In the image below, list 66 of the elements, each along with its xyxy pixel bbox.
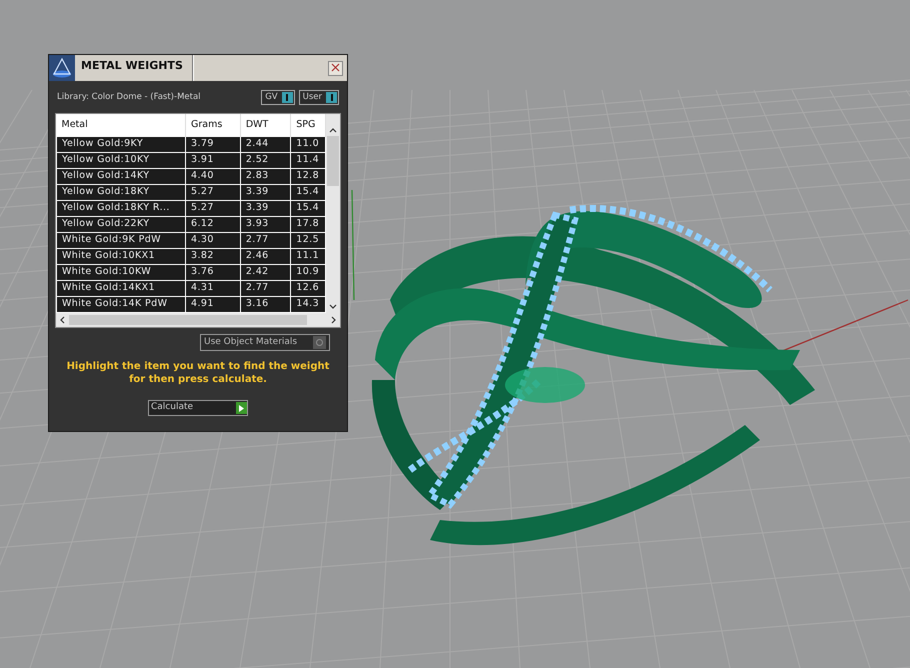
table-cell[interactable]: 15.4: [290, 184, 326, 200]
scroll-up-icon[interactable]: [329, 128, 338, 134]
table-cell[interactable]: 12.6: [290, 280, 326, 296]
table-cell[interactable]: Yellow Gold:22KY: [56, 216, 186, 232]
table-cell[interactable]: 3.91: [186, 152, 240, 168]
scrollbar-thumb[interactable]: [69, 314, 307, 324]
table-cell[interactable]: 12.5: [290, 232, 326, 248]
table-cell[interactable]: 12.8: [290, 168, 326, 184]
table-cell[interactable]: 17.8: [290, 216, 326, 232]
table-cell[interactable]: 4.91: [186, 296, 240, 312]
calculate-button[interactable]: Calculate: [148, 400, 248, 416]
table-cell[interactable]: 2.77: [240, 280, 291, 296]
vertical-scrollbar[interactable]: [326, 114, 340, 312]
table-cell[interactable]: 3.16: [240, 296, 291, 312]
column-header[interactable]: Grams: [186, 114, 240, 136]
table-cell[interactable]: Yellow Gold:9KY: [56, 136, 186, 152]
close-icon: [331, 63, 340, 72]
table-cell[interactable]: 2.52: [240, 152, 291, 168]
table-cell[interactable]: 3.39: [240, 200, 291, 216]
toggle-switch[interactable]: GV: [261, 90, 295, 104]
table-cell[interactable]: 6.12: [186, 216, 240, 232]
table-cell[interactable]: 15.4: [290, 200, 326, 216]
table-cell[interactable]: 10.9: [290, 264, 326, 280]
table-cell[interactable]: Yellow Gold:18KY: [56, 184, 186, 200]
table-cell[interactable]: 11.4: [290, 152, 326, 168]
table-cell[interactable]: 3.93: [240, 216, 291, 232]
scroll-left-icon[interactable]: [60, 316, 65, 324]
table-cell[interactable]: White Gold:14K PdW: [56, 296, 186, 312]
cone-icon: [51, 57, 73, 79]
scroll-right-icon[interactable]: [331, 316, 336, 324]
table-cell[interactable]: 14.3: [290, 296, 326, 312]
use-object-materials-checkbox[interactable]: Use Object Materials: [200, 334, 330, 351]
close-button[interactable]: [328, 60, 343, 76]
table-cell[interactable]: White Gold:10KW: [56, 264, 186, 280]
table-cell[interactable]: 11.1: [290, 248, 326, 264]
panel-title: METAL WEIGHTS: [75, 55, 193, 81]
table-cell[interactable]: 3.39: [240, 184, 291, 200]
table-cell[interactable]: 3.79: [186, 136, 240, 152]
table-cell[interactable]: 2.77: [240, 232, 291, 248]
table-cell[interactable]: Yellow Gold:18KY R...: [56, 200, 186, 216]
table-cell[interactable]: 5.27: [186, 200, 240, 216]
scroll-down-icon[interactable]: [329, 304, 338, 308]
table-cell[interactable]: 5.27: [186, 184, 240, 200]
scrollbar-thumb[interactable]: [327, 136, 339, 186]
table-cell[interactable]: 3.76: [186, 264, 240, 280]
instruction-text: Highlight the item you want to find the weight for then press calculate.: [66, 360, 330, 386]
table-cell[interactable]: 2.42: [240, 264, 291, 280]
table-cell[interactable]: 3.82: [186, 248, 240, 264]
table-cell[interactable]: 4.30: [186, 232, 240, 248]
play-icon: [239, 404, 244, 412]
table-cell[interactable]: 2.44: [240, 136, 291, 152]
table-cell[interactable]: White Gold:9K PdW: [56, 232, 186, 248]
table-cell[interactable]: White Gold:10KX1: [56, 248, 186, 264]
table-cell[interactable]: Yellow Gold:14KY: [56, 168, 186, 184]
column-header[interactable]: SPG: [290, 114, 326, 136]
table-cell[interactable]: 4.40: [186, 168, 240, 184]
table-cell[interactable]: 4.31: [186, 280, 240, 296]
column-header[interactable]: DWT: [240, 114, 291, 136]
table-cell[interactable]: Yellow Gold:10KY: [56, 152, 186, 168]
library-label: Library: Color Dome - (Fast)-Metal: [57, 90, 201, 104]
table-cell[interactable]: 2.46: [240, 248, 291, 264]
table-cell[interactable]: 11.0: [290, 136, 326, 152]
toggle-switch[interactable]: User: [298, 90, 339, 104]
table-cell[interactable]: 2.83: [240, 168, 291, 184]
horizontal-scrollbar[interactable]: [56, 312, 340, 326]
table-cell[interactable]: White Gold:14KX1: [56, 280, 186, 296]
